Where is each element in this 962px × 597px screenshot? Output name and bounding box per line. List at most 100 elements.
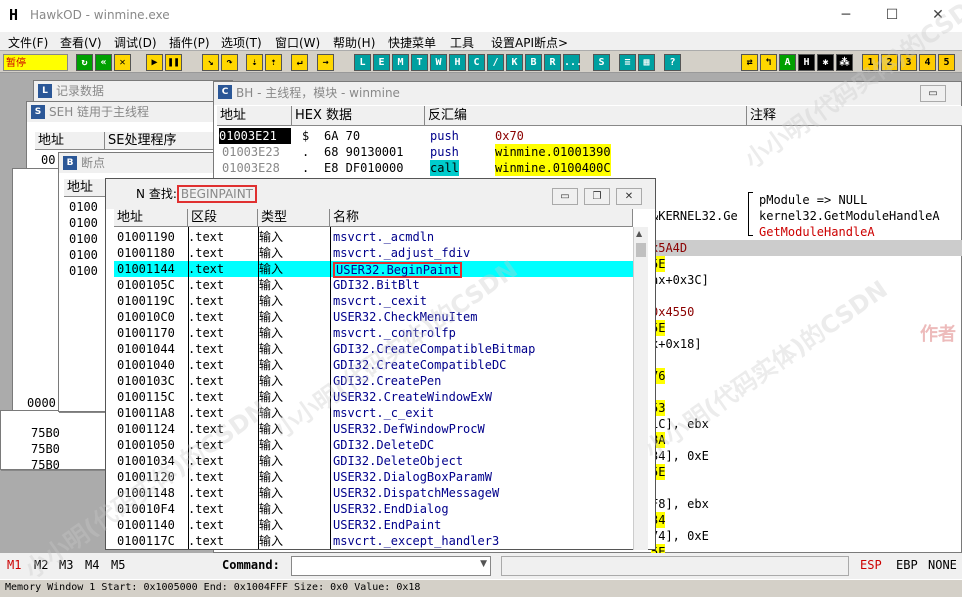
names-row[interactable]: 01001050 .text 输入 GDI32.DeleteDC bbox=[114, 437, 634, 453]
cpu-row-operand[interactable]: winmine.01001390 bbox=[495, 144, 611, 160]
pause-icon[interactable]: ❚❚ bbox=[165, 54, 182, 71]
menu-plugins[interactable]: 插件(P) bbox=[169, 34, 210, 51]
names-col-section[interactable]: 区段 bbox=[188, 209, 258, 227]
names-row[interactable]: 0100117C .text 输入 msvcrt._except_handler3 bbox=[114, 533, 634, 549]
window-callstack-icon[interactable]: K bbox=[506, 54, 523, 71]
cpu-row-address[interactable]: 01003E23 bbox=[222, 144, 280, 160]
menu-window[interactable]: 窗口(W) bbox=[275, 34, 320, 51]
names-close-button[interactable]: ✕ bbox=[616, 188, 642, 205]
names-col-type[interactable]: 类型 bbox=[258, 209, 330, 227]
memory-row[interactable]: 0000 bbox=[27, 395, 56, 411]
scroll-up-icon[interactable]: ▲ bbox=[636, 229, 646, 239]
seh-col-address[interactable]: 地址 bbox=[35, 132, 105, 150]
names-row[interactable]: 01001140 .text 输入 USER32.EndPaint bbox=[114, 517, 634, 533]
window-log-icon[interactable]: L bbox=[354, 54, 371, 71]
names-row[interactable]: 010010C0 .text 输入 USER32.CheckMenuItem bbox=[114, 309, 634, 325]
nav-arrows-icon[interactable]: ⇄ bbox=[741, 54, 758, 71]
names-row[interactable]: 0100105C .text 输入 GDI32.BitBlt bbox=[114, 277, 634, 293]
binary-icon[interactable]: ⁂ bbox=[836, 54, 853, 71]
chevron-down-icon[interactable]: ▼ bbox=[480, 559, 487, 569]
step-over-icon[interactable]: ↷ bbox=[221, 54, 238, 71]
slot-4-button[interactable]: 4 bbox=[919, 54, 936, 71]
names-row[interactable]: 010010F4 .text 输入 USER32.EndDialog bbox=[114, 501, 634, 517]
hex-icon[interactable]: H bbox=[798, 54, 815, 71]
names-row[interactable]: 01001144 .text 输入 USER32.BeginPaint bbox=[114, 261, 634, 278]
cpu-col-address[interactable]: 地址 bbox=[217, 106, 292, 126]
names-row[interactable]: 0100115C .text 输入 USER32.CreateWindowExW bbox=[114, 389, 634, 405]
names-col-address[interactable]: 地址 bbox=[114, 209, 188, 227]
slot-5-button[interactable]: 5 bbox=[938, 54, 955, 71]
maximize-button[interactable]: ☐ bbox=[869, 0, 915, 30]
names-row[interactable]: 01001124 .text 输入 USER32.DefWindowProcW bbox=[114, 421, 634, 437]
window-exec-icon[interactable]: E bbox=[373, 54, 390, 71]
restart-icon[interactable]: ↻ bbox=[76, 54, 93, 71]
reg-none[interactable]: NONE bbox=[928, 558, 957, 572]
goto-icon[interactable]: → bbox=[317, 54, 334, 71]
seh-row[interactable]: 00 bbox=[41, 152, 55, 168]
window-windows-icon[interactable]: W bbox=[430, 54, 447, 71]
menu-view[interactable]: 查看(V) bbox=[60, 34, 102, 51]
cpu-row-hex[interactable]: E8 DF010000 bbox=[324, 160, 403, 176]
ascii-icon[interactable]: A bbox=[779, 54, 796, 71]
memory-tab-m5[interactable]: M5 bbox=[111, 558, 125, 572]
window-source-icon[interactable]: S bbox=[593, 54, 610, 71]
menu-debug[interactable]: 调试(D) bbox=[114, 34, 157, 51]
window-threads-icon[interactable]: T bbox=[411, 54, 428, 71]
list-icon[interactable]: ≡ bbox=[619, 54, 636, 71]
cpu-row-mnemonic[interactable]: call bbox=[430, 160, 459, 176]
menu-file[interactable]: 文件(F) bbox=[8, 34, 48, 51]
menu-help[interactable]: 帮助(H) bbox=[333, 34, 375, 51]
cpu-col-hex[interactable]: HEX 数据 bbox=[292, 106, 425, 126]
names-row[interactable]: 01001040 .text 输入 GDI32.CreateCompatibleDC bbox=[114, 357, 634, 373]
stack-window[interactable]: 75B0 75B0 75B0 bbox=[0, 410, 106, 473]
memory-tab-m4[interactable]: M4 bbox=[85, 558, 99, 572]
bp-row[interactable]: 0100 bbox=[69, 231, 98, 247]
bp-row[interactable]: 0100 bbox=[69, 263, 98, 279]
scroll-thumb[interactable] bbox=[636, 243, 646, 257]
slot-1-button[interactable]: 1 bbox=[862, 54, 879, 71]
names-row[interactable]: 01001190 .text 输入 msvcrt._acmdln bbox=[114, 229, 634, 245]
names-col-name[interactable]: 名称 bbox=[330, 209, 633, 227]
stack-row[interactable]: 75B0 bbox=[31, 457, 60, 473]
names-minimize-button[interactable]: ▭ bbox=[552, 188, 578, 205]
menu-api-breakpoints[interactable]: 设置API断点> bbox=[491, 34, 568, 51]
cpu-row-mnemonic[interactable]: push bbox=[430, 128, 459, 144]
trace-over-icon[interactable]: ⇡ bbox=[265, 54, 282, 71]
names-row[interactable]: 01001120 .text 输入 USER32.DialogBoxParamW bbox=[114, 469, 634, 485]
help-icon[interactable]: ? bbox=[664, 54, 681, 71]
window-breakpoints-icon[interactable]: B bbox=[525, 54, 542, 71]
cpu-row-operand[interactable]: winmine.0100400C bbox=[495, 160, 611, 176]
window-runtrace-icon[interactable]: ... bbox=[563, 54, 582, 71]
close-debug-icon[interactable]: ✕ bbox=[114, 54, 131, 71]
cpu-row-mnemonic[interactable]: push bbox=[430, 144, 459, 160]
memory-tab-m3[interactable]: M3 bbox=[59, 558, 73, 572]
cpu-row-hex[interactable]: 68 90130001 bbox=[324, 144, 403, 160]
cpu-row-hex[interactable]: 6A 70 bbox=[324, 128, 360, 144]
names-scrollbar[interactable]: ▲ bbox=[633, 227, 648, 550]
names-row[interactable]: 010011A8 .text 输入 msvcrt._c_exit bbox=[114, 405, 634, 421]
cpu-col-comment[interactable]: 注释 bbox=[747, 106, 962, 126]
window-handles-icon[interactable]: H bbox=[449, 54, 466, 71]
slot-3-button[interactable]: 3 bbox=[900, 54, 917, 71]
minimize-button[interactable]: ─ bbox=[823, 0, 869, 30]
names-row[interactable]: 01001034 .text 输入 GDI32.DeleteObject bbox=[114, 453, 634, 469]
window-memory-icon[interactable]: M bbox=[392, 54, 409, 71]
stack-row[interactable]: 75B0 bbox=[31, 441, 60, 457]
cpu-row-operand[interactable]: 0x70 bbox=[495, 128, 524, 144]
cpu-row-address[interactable]: 01003E28 bbox=[222, 160, 280, 176]
stack-row[interactable]: 75B0 bbox=[31, 425, 60, 441]
names-row[interactable]: 01001180 .text 输入 msvcrt._adjust_fdiv bbox=[114, 245, 634, 261]
path-icon[interactable]: ↰ bbox=[760, 54, 777, 71]
names-restore-button[interactable]: ❐ bbox=[584, 188, 610, 205]
reg-ebp[interactable]: EBP bbox=[896, 558, 918, 572]
options-icon[interactable]: ▦ bbox=[638, 54, 655, 71]
reg-esp[interactable]: ESP bbox=[860, 558, 882, 572]
seh-col-handler[interactable]: SE处理程序 bbox=[105, 132, 225, 150]
memory-tab-m1[interactable]: M1 bbox=[7, 558, 21, 572]
cpu-minimize-button[interactable]: ▭ bbox=[920, 85, 946, 102]
window-cpu-icon[interactable]: C bbox=[468, 54, 485, 71]
window-references-icon[interactable]: R bbox=[544, 54, 561, 71]
trace-into-icon[interactable]: ⇣ bbox=[246, 54, 263, 71]
menu-tools[interactable]: 工具 bbox=[450, 34, 474, 51]
close-button[interactable]: ✕ bbox=[915, 0, 961, 30]
